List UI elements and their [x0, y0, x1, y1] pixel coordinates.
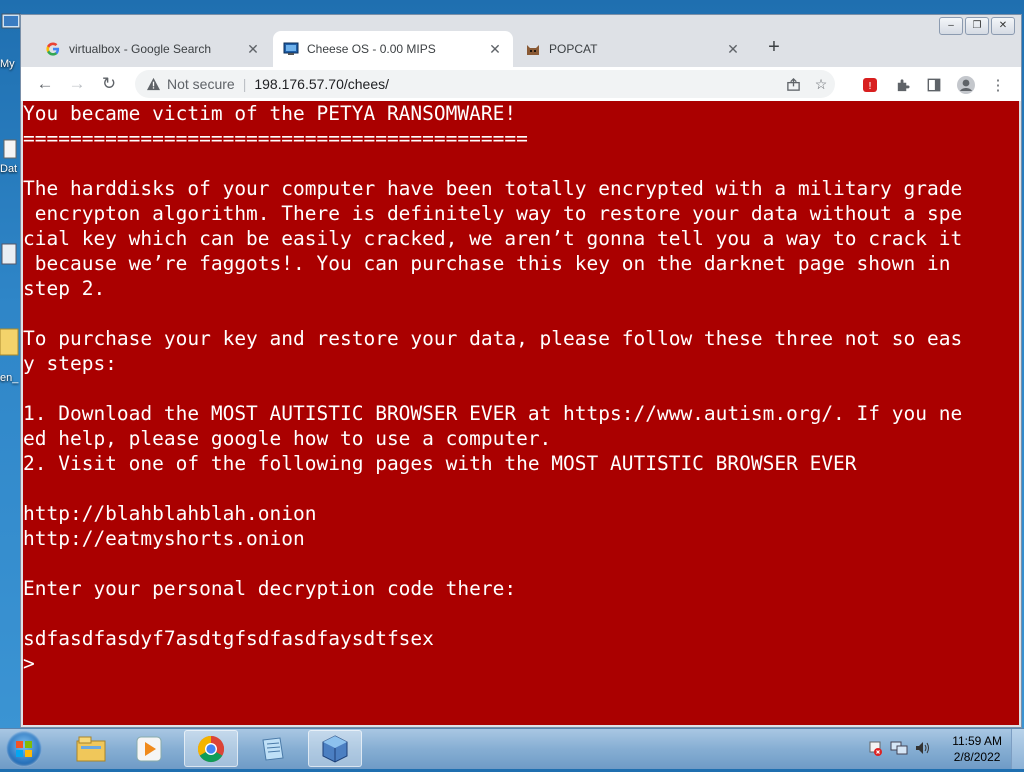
- desktop-icon-en[interactable]: [0, 325, 22, 359]
- media-player-icon: [136, 736, 162, 761]
- window-controls: – ❐ ✕: [939, 17, 1015, 35]
- close-tab-icon[interactable]: ✕: [487, 41, 503, 58]
- extensions-puzzle-icon[interactable]: [891, 74, 913, 96]
- desktop-icon-label: My: [0, 58, 15, 70]
- network-icon[interactable]: [890, 739, 908, 757]
- tab-cheese-os[interactable]: Cheese OS - 0.00 MIPS ✕: [273, 31, 513, 67]
- notepad-icon: [262, 736, 284, 761]
- taskbar-virtualbox[interactable]: [308, 730, 362, 767]
- terminal-line: >: [23, 652, 35, 675]
- clock-date: 2/8/2022: [953, 750, 1001, 764]
- terminal-line: The harddisks of your computer have been…: [23, 177, 963, 200]
- reload-button[interactable]: ↻: [97, 72, 121, 96]
- desktop-icon-data[interactable]: [0, 138, 22, 162]
- volume-icon[interactable]: [914, 739, 932, 757]
- terminal-line: encrypton algorithm. There is definitely…: [23, 202, 963, 225]
- browser-window: – ❐ ✕ virtualbox - Google Search ✕ Chees…: [20, 14, 1022, 728]
- extension-popcat-icon[interactable]: !: [859, 74, 881, 96]
- address-bar[interactable]: Not secure | 198.176.57.70/chees/ ☆: [135, 70, 835, 98]
- bookmark-star-icon[interactable]: ☆: [813, 76, 829, 92]
- close-tab-icon[interactable]: ✕: [245, 41, 261, 58]
- taskbar-media-player[interactable]: [122, 730, 176, 767]
- minimize-button[interactable]: –: [939, 17, 963, 35]
- show-desktop-button[interactable]: [1011, 729, 1024, 769]
- action-center-icon[interactable]: [866, 739, 884, 757]
- tab-title: POPCAT: [549, 42, 598, 56]
- omnibox-divider: |: [242, 76, 247, 92]
- taskbar-notepad[interactable]: [246, 730, 300, 767]
- terminal-line: because we’re faggots!. You can purchase…: [23, 252, 951, 275]
- share-icon[interactable]: [785, 76, 801, 92]
- clock-time: 11:59 AM: [952, 734, 1002, 748]
- warning-icon[interactable]: [145, 76, 161, 92]
- terminal-line: To purchase your key and restore your da…: [23, 327, 963, 350]
- tab-strip: – ❐ ✕ virtualbox - Google Search ✕ Chees…: [21, 15, 1021, 67]
- restore-button[interactable]: ❐: [965, 17, 989, 35]
- desktop-icon-my-computer[interactable]: [0, 10, 22, 50]
- terminal-line: ed help, please google how to use a comp…: [23, 427, 552, 450]
- url-text[interactable]: 198.176.57.70/chees/: [254, 76, 389, 92]
- terminal-line: cial key which can be easily cracked, we…: [23, 227, 963, 250]
- terminal-line: 1. Download the MOST AUTISTIC BROWSER EV…: [23, 402, 963, 425]
- terminal-line: http://blahblahblah.onion: [23, 502, 317, 525]
- google-g-icon: [45, 41, 61, 57]
- desktop-icon-label: Dat: [0, 163, 18, 175]
- windows-explorer-icon: [76, 736, 106, 761]
- tab-popcat[interactable]: POPCAT ✕: [515, 31, 751, 67]
- desktop-icon-misc[interactable]: [0, 240, 22, 270]
- svg-text:!: !: [868, 81, 872, 92]
- terminal-line: y steps:: [23, 352, 117, 375]
- terminal-line: Enter your personal decryption code ther…: [23, 577, 517, 600]
- back-button[interactable]: ←: [33, 72, 57, 96]
- close-tab-icon[interactable]: ✕: [725, 41, 741, 58]
- terminal-line: http://eatmyshorts.onion: [23, 527, 305, 550]
- terminal-line: sdfasdfasdyf7asdtgfsdfasdfaysdtfsex: [23, 627, 434, 650]
- tab-google-search[interactable]: virtualbox - Google Search ✕: [35, 31, 271, 67]
- popcat-icon: [525, 41, 541, 57]
- tab-title: Cheese OS - 0.00 MIPS: [307, 42, 436, 56]
- taskbar: 11:59 AM 2/8/2022: [0, 728, 1024, 769]
- desktop-icon-label: en_: [0, 372, 19, 384]
- new-tab-button[interactable]: +: [763, 37, 785, 59]
- computer-icon: [1, 13, 21, 29]
- start-button[interactable]: [6, 731, 42, 767]
- browser-toolbar: ← → ↻ Not secure | 198.176.57.70/chees/ …: [21, 67, 1021, 101]
- windows-logo-icon: [16, 741, 32, 757]
- chrome-icon: [197, 735, 225, 762]
- virtualbox-icon: [322, 734, 348, 763]
- terminal-output: You became victim of the PETYA RANSOMWAR…: [23, 101, 1019, 676]
- cheeseos-icon: [283, 41, 299, 57]
- close-window-button[interactable]: ✕: [991, 17, 1015, 35]
- forward-button[interactable]: →: [65, 72, 89, 96]
- taskbar-chrome[interactable]: [184, 730, 238, 767]
- omnibox-actions: ☆: [785, 76, 829, 92]
- terminal-line: You became victim of the PETYA RANSOMWAR…: [23, 102, 517, 125]
- taskbar-explorer[interactable]: [64, 730, 118, 767]
- file-icon: [3, 139, 17, 159]
- terminal-line: 2. Visit one of the following pages with…: [23, 452, 857, 475]
- profile-avatar-icon[interactable]: [955, 74, 977, 96]
- terminal-line: step 2.: [23, 277, 106, 300]
- taskbar-clock[interactable]: 11:59 AM 2/8/2022: [952, 733, 1002, 765]
- document-icon: [1, 243, 17, 265]
- folder-icon: [0, 328, 19, 356]
- cheese-os-terminal[interactable]: You became victim of the PETYA RANSOMWAR…: [23, 101, 1019, 725]
- security-label: Not secure: [167, 76, 235, 92]
- tab-title: virtualbox - Google Search: [69, 42, 212, 56]
- terminal-line: ========================================…: [23, 127, 528, 150]
- side-panel-icon[interactable]: [923, 74, 945, 96]
- menu-kebab-icon[interactable]: ⋮: [987, 74, 1009, 96]
